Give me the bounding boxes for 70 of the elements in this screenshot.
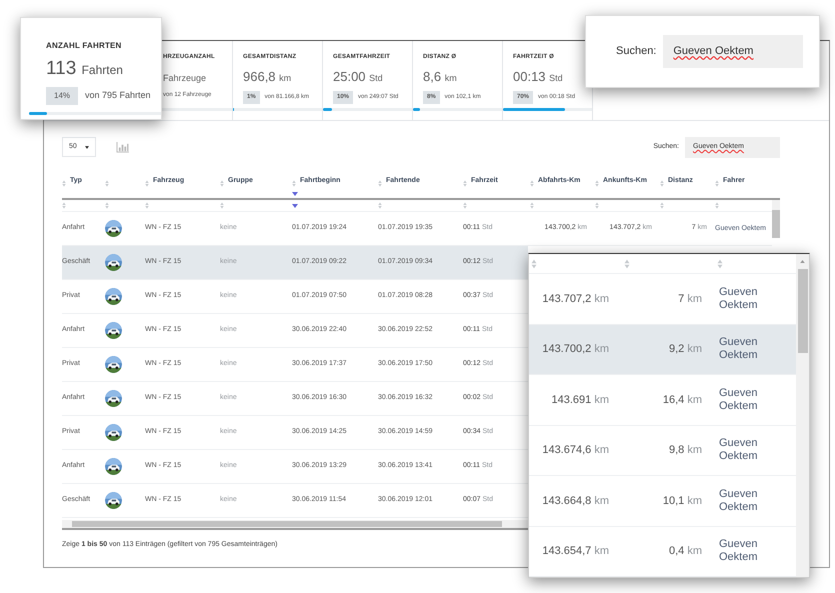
stat-value: 25:00 Std [333,70,384,83]
sort-icon[interactable] [220,180,224,187]
sort-descending-icon[interactable] [292,192,298,196]
sort-icon[interactable] [595,202,599,209]
sort-icon[interactable] [660,202,664,209]
sort-icon[interactable] [595,180,599,187]
sort-icon[interactable] [105,202,109,209]
sort-icon[interactable] [378,180,382,187]
table-cell-text: 143.664,8 km [542,494,609,508]
vertical-scrollbar[interactable] [772,200,780,238]
table-row[interactable]: 143.700,2 km 9,2 km Gueven Oektem [529,324,796,375]
stat-value: 8,6 km [423,70,458,83]
table-row[interactable]: 143.654,7 km 0,4 km Gueven Oektem [529,526,796,577]
sort-icon[interactable] [220,202,224,209]
table-cell-text: 10,1 km [662,494,702,508]
scroll-up-icon[interactable] [800,260,805,263]
table-cell-text: 16,4 km [662,392,702,408]
table-cell-text: Gueven Oektem [719,336,759,362]
sort-icon[interactable] [660,180,664,187]
sort-icon[interactable] [378,202,382,209]
table-cell-text: Gueven Oektem [719,538,759,564]
table-cell-text: 0,4 km [668,544,702,559]
scrollbar-thumb[interactable] [798,269,808,353]
table-cell-text: Gueven Oektem [719,488,759,514]
stat-value: 113 Fahrten [46,59,124,78]
scrollbar-thumb[interactable] [772,210,780,238]
table-row[interactable]: 143.707,2 km 7 km Gueven Oektem [529,274,796,324]
sort-icon[interactable] [105,180,109,187]
stat-title: ANZAHL FAHRTEN [46,40,123,52]
search-field[interactable]: Gueven Oektem [663,35,804,68]
stat-note: von 795 Fahrten [85,89,151,102]
stat-value: 00:13 Std [513,70,564,83]
table-cell-text: Gueven Oektem [719,286,759,312]
sort-icon[interactable] [531,258,537,268]
table-row[interactable]: 143.674,6 km 9,8 km Gueven Oektem [529,426,796,476]
caret-icon [84,146,89,148]
table-cell-text: Gueven Oektem [719,437,759,464]
sort-icon[interactable] [463,180,467,187]
sort-icon[interactable] [292,180,296,187]
sort-icon[interactable] [530,202,534,209]
scrollbar-thumb[interactable] [72,521,502,527]
table-cell-text: 9,8 km [668,443,702,458]
horizontal-scrollbar[interactable] [62,520,528,530]
vertical-scrollbar[interactable] [796,254,809,577]
sort-descending-icon[interactable] [292,204,298,208]
table-cell-text: 7 km [678,292,702,306]
sort-icon[interactable] [62,202,66,209]
table-cell-text: 143.691 km [552,392,609,408]
percent-badge: 14% [46,87,78,105]
sort-icon[interactable] [715,202,719,209]
sort-icon[interactable] [624,258,630,268]
table-cell-text: 143.707,2 km [542,292,609,306]
sort-icon[interactable] [463,202,467,209]
sort-icon[interactable] [530,180,534,187]
table-cell-text: 143.700,2 km [542,342,609,357]
sort-icon[interactable] [717,258,723,268]
sort-icon[interactable] [62,180,66,187]
table-cell-text: 143.654,7 km [542,544,609,559]
table-row[interactable]: 143.664,8 km 10,1 km Gueven Oektem [529,476,796,526]
table-cell-text: 143.674,6 km [542,443,609,458]
stat-value: 966,8 km [243,70,292,83]
table-cell-text: Gueven Oektem [719,386,759,413]
table-row[interactable]: 143.691 km 16,4 km Gueven Oektem [529,375,796,426]
sort-icon[interactable] [145,180,149,187]
sort-icon[interactable] [715,180,719,187]
search-label: Suchen: [616,44,656,60]
sort-icon[interactable] [145,202,149,209]
bar-chart-icon[interactable] [116,142,129,152]
stat-value: Fahrzeuge [163,72,208,83]
table-cell-text: 9,2 km [668,342,702,357]
